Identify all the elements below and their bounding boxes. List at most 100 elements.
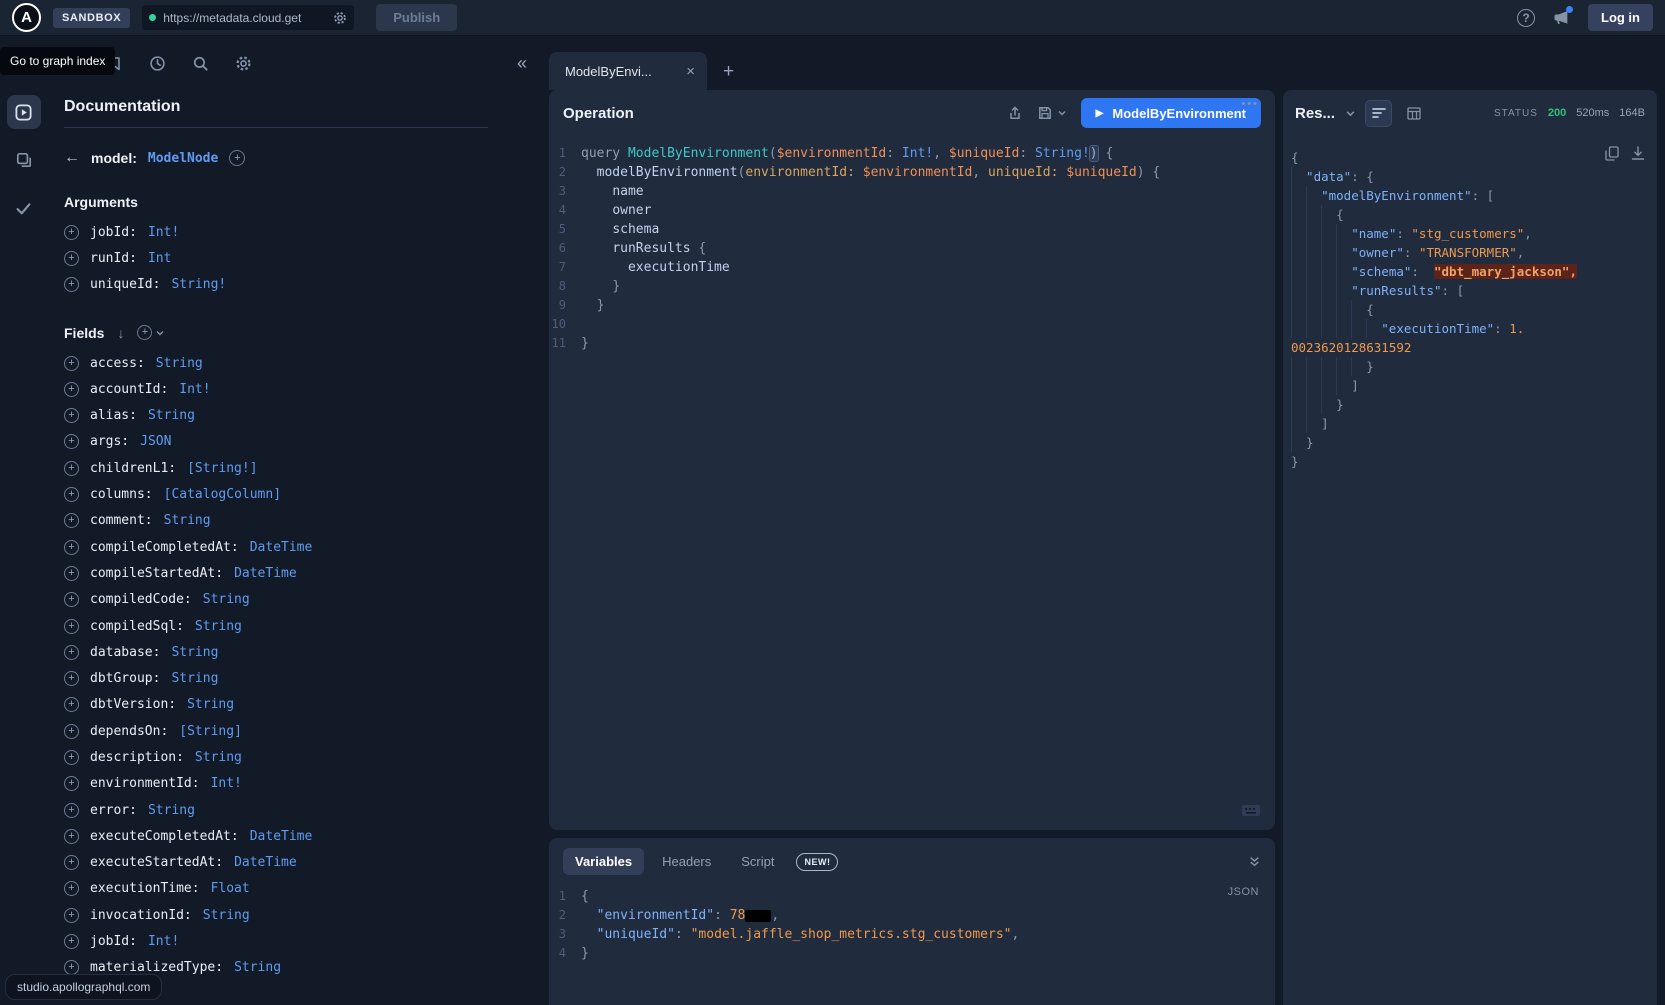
- variables-editor[interactable]: 1{2 "environmentId": 78,3 "uniqueId": "m…: [549, 881, 1275, 1005]
- doc-field-row[interactable]: +comment:String: [64, 508, 535, 534]
- add-to-query-icon[interactable]: +: [64, 382, 79, 397]
- field-name[interactable]: childrenL1:: [90, 461, 176, 476]
- doc-field-row[interactable]: +executeStartedAt:DateTime: [64, 850, 535, 876]
- doc-field-row[interactable]: +invocationId:String: [64, 902, 535, 928]
- help-icon[interactable]: ?: [1517, 9, 1535, 27]
- explorer-icon[interactable]: [7, 95, 41, 129]
- field-name[interactable]: invocationId:: [90, 908, 192, 923]
- field-name[interactable]: args:: [90, 434, 129, 449]
- copy-icon[interactable]: [1605, 146, 1619, 161]
- doc-field-row[interactable]: +compiledSql:String: [64, 613, 535, 639]
- field-name[interactable]: environmentId:: [90, 776, 200, 791]
- doc-field-row[interactable]: +database:String: [64, 639, 535, 665]
- add-to-query-icon[interactable]: +: [64, 513, 79, 528]
- field-name[interactable]: jobId:: [90, 225, 137, 240]
- field-name[interactable]: compileCompletedAt:: [90, 540, 239, 555]
- add-to-query-icon[interactable]: +: [64, 251, 79, 266]
- tab-variables[interactable]: Variables: [563, 848, 644, 875]
- tab-headers[interactable]: Headers: [650, 848, 723, 875]
- download-icon[interactable]: [1631, 146, 1645, 161]
- add-to-query-icon[interactable]: +: [64, 566, 79, 581]
- login-button[interactable]: Log in: [1588, 4, 1653, 31]
- field-name[interactable]: compiledSql:: [90, 619, 184, 634]
- add-to-query-icon[interactable]: +: [64, 855, 79, 870]
- add-to-query-icon[interactable]: +: [64, 697, 79, 712]
- field-name[interactable]: database:: [90, 645, 160, 660]
- plus-circle-icon[interactable]: +: [137, 325, 152, 340]
- field-name[interactable]: accountId:: [90, 382, 168, 397]
- add-to-query-icon[interactable]: +: [64, 356, 79, 371]
- add-to-query-icon[interactable]: +: [64, 829, 79, 844]
- add-to-query-icon[interactable]: +: [64, 908, 79, 923]
- collapse-panel-icon[interactable]: «: [517, 53, 527, 74]
- endpoint-url-value[interactable]: https://metadata.cloud.get: [163, 11, 326, 25]
- add-to-query-icon[interactable]: +: [64, 724, 79, 739]
- schema-icon[interactable]: [7, 143, 41, 177]
- response-dropdown-chevron-icon[interactable]: [1345, 108, 1356, 119]
- doc-field-row[interactable]: +compiledCode:String: [64, 587, 535, 613]
- doc-field-row[interactable]: +access:String: [64, 350, 535, 376]
- tab-label[interactable]: ModelByEnvi...: [565, 64, 676, 79]
- field-name[interactable]: comment:: [90, 513, 153, 528]
- doc-field-row[interactable]: +description:String: [64, 744, 535, 770]
- doc-field-row[interactable]: +dependsOn:[String]: [64, 718, 535, 744]
- field-name[interactable]: dbtVersion:: [90, 697, 176, 712]
- field-name[interactable]: access:: [90, 356, 145, 371]
- add-to-query-icon[interactable]: +: [64, 277, 79, 292]
- sandbox-badge[interactable]: SANDBOX: [53, 8, 130, 28]
- doc-field-row[interactable]: +childrenL1:[String!]: [64, 455, 535, 481]
- add-type-icon[interactable]: +: [229, 150, 245, 166]
- table-view-icon[interactable]: [1401, 101, 1426, 126]
- formatted-view-icon[interactable]: [1366, 101, 1391, 126]
- add-to-query-icon[interactable]: +: [64, 225, 79, 240]
- publish-button[interactable]: Publish: [376, 4, 457, 31]
- save-dropdown-chevron-icon[interactable]: [1057, 108, 1067, 118]
- save-icon[interactable]: [1037, 105, 1053, 121]
- doc-field-row[interactable]: +compileStartedAt:DateTime: [64, 560, 535, 586]
- sort-fields-icon[interactable]: ↓: [117, 325, 124, 341]
- history-icon[interactable]: [149, 55, 166, 72]
- endpoint-settings-icon[interactable]: [333, 11, 347, 25]
- field-name[interactable]: columns:: [90, 487, 153, 502]
- add-to-query-icon[interactable]: +: [64, 487, 79, 502]
- endpoint-url-input[interactable]: https://metadata.cloud.get: [142, 5, 354, 30]
- doc-field-row[interactable]: +accountId:Int!: [64, 376, 535, 402]
- add-to-query-icon[interactable]: +: [64, 750, 79, 765]
- field-name[interactable]: runId:: [90, 251, 137, 266]
- doc-field-row[interactable]: +environmentId:Int!: [64, 771, 535, 797]
- field-name[interactable]: description:: [90, 750, 184, 765]
- close-tab-icon[interactable]: ×: [686, 63, 695, 80]
- add-to-query-icon[interactable]: +: [64, 934, 79, 949]
- add-to-query-icon[interactable]: +: [64, 671, 79, 686]
- back-arrow-icon[interactable]: ←: [64, 149, 80, 167]
- doc-field-row[interactable]: +runId:Int: [64, 245, 535, 271]
- doc-field-row[interactable]: +compileCompletedAt:DateTime: [64, 534, 535, 560]
- announcements-icon[interactable]: [1553, 9, 1570, 26]
- settings-icon[interactable]: [235, 55, 252, 72]
- doc-field-row[interactable]: +error:String: [64, 797, 535, 823]
- field-name[interactable]: alias:: [90, 408, 137, 423]
- field-name[interactable]: dependsOn:: [90, 724, 168, 739]
- doc-field-row[interactable]: +executeCompletedAt:DateTime: [64, 823, 535, 849]
- doc-field-row[interactable]: +uniqueId:String!: [64, 272, 535, 298]
- field-name[interactable]: compileStartedAt:: [90, 566, 223, 581]
- add-to-query-icon[interactable]: +: [64, 881, 79, 896]
- field-name[interactable]: dbtGroup:: [90, 671, 160, 686]
- field-name[interactable]: jobId:: [90, 934, 137, 949]
- add-to-query-icon[interactable]: +: [64, 461, 79, 476]
- field-name[interactable]: uniqueId:: [90, 277, 160, 292]
- doc-field-row[interactable]: +args:JSON: [64, 429, 535, 455]
- field-name[interactable]: error:: [90, 803, 137, 818]
- operation-editor[interactable]: 1query ModelByEnvironment($environmentId…: [549, 136, 1275, 830]
- field-name[interactable]: executionTime:: [90, 881, 200, 896]
- operation-menu-icon[interactable]: •••: [1241, 98, 1259, 110]
- add-to-query-icon[interactable]: +: [64, 776, 79, 791]
- apollo-logo[interactable]: A: [12, 3, 41, 32]
- collapse-variables-icon[interactable]: [1248, 855, 1261, 868]
- doc-field-row[interactable]: +jobId:Int!: [64, 928, 535, 954]
- doc-field-row[interactable]: +columns:[CatalogColumn]: [64, 481, 535, 507]
- field-name[interactable]: executeStartedAt:: [90, 855, 223, 870]
- chevron-down-icon[interactable]: [155, 328, 165, 338]
- add-to-query-icon[interactable]: +: [64, 434, 79, 449]
- doc-field-row[interactable]: +dbtVersion:String: [64, 692, 535, 718]
